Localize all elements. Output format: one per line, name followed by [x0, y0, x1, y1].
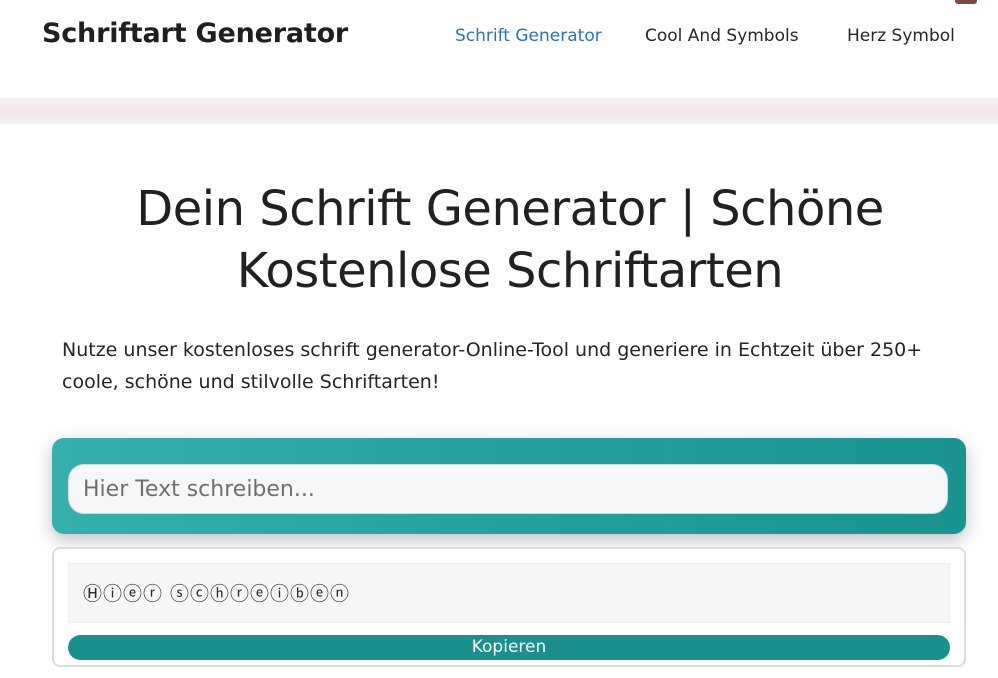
page-title-line-2: Kostenlose Schriftarten	[236, 243, 784, 299]
generator-input-card	[52, 438, 966, 534]
site-header: Schriftart Generator Schrift Generator C…	[0, 0, 998, 98]
page-title: Dein Schrift Generator | Schöne Kostenlos…	[60, 178, 960, 302]
nav-link-schrift-generator[interactable]: Schrift Generator	[455, 26, 602, 46]
font-result-text[interactable]: Ⓗⓘⓔⓡ ⓢⓒⓗⓡⓔⓘⓑⓔⓝ	[68, 563, 950, 623]
page-title-line-1: Dein Schrift Generator | Schöne	[136, 181, 884, 237]
text-input[interactable]	[68, 464, 948, 514]
header-divider-band	[0, 98, 998, 124]
intro-text: Nutze unser kostenloses schrift generato…	[62, 334, 942, 398]
intro-line-2: coole, schöne und stilvolle Schriftarten…	[62, 371, 440, 393]
avatar	[955, 0, 977, 4]
nav-link-herz-symbol[interactable]: Herz Symbol	[847, 26, 955, 46]
nav-link-cool-and-symbols[interactable]: Cool And Symbols	[645, 26, 799, 46]
copy-button[interactable]: Kopieren	[68, 635, 950, 660]
intro-line-1: Nutze unser kostenloses schrift generato…	[62, 339, 923, 361]
main-nav: Schrift Generator Cool And Symbols Herz …	[0, 26, 998, 50]
font-result-card: Ⓗⓘⓔⓡ ⓢⓒⓗⓡⓔⓘⓑⓔⓝ Kopieren	[52, 547, 966, 667]
page: Schriftart Generator Schrift Generator C…	[0, 0, 998, 678]
